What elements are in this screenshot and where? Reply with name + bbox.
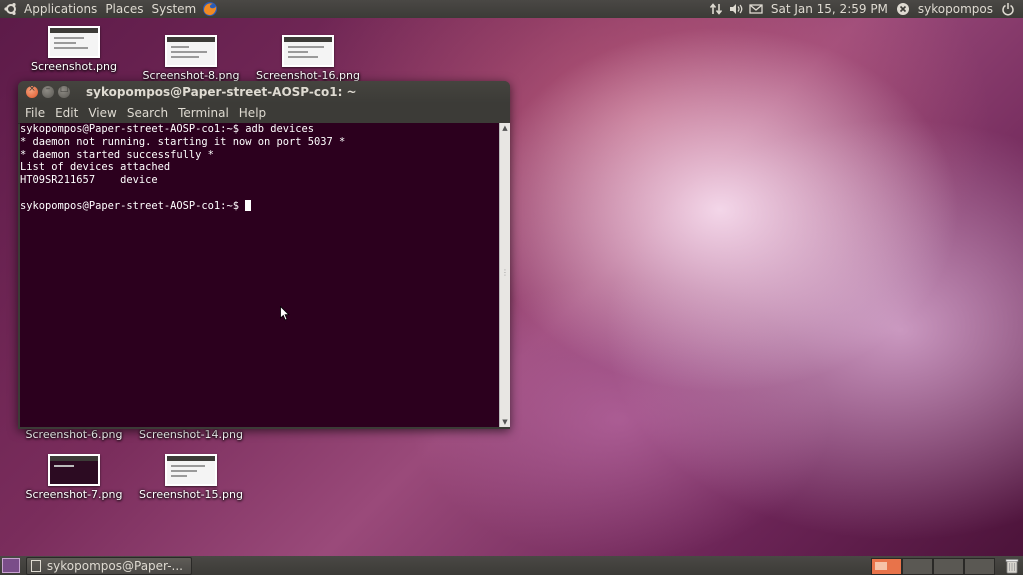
terminal-line: * daemon not running. starting it now on… — [20, 135, 346, 148]
menu-file[interactable]: File — [18, 106, 50, 120]
desktop-icon-label: Screenshot-15.png — [139, 488, 243, 501]
power-icon[interactable] — [1001, 2, 1015, 16]
mouse-pointer-icon — [280, 306, 290, 321]
taskbar-terminal-button[interactable]: sykopompos@Paper-... — [26, 556, 192, 575]
bottom-panel: sykopompos@Paper-... — [0, 556, 1023, 575]
system-menu[interactable]: System — [147, 2, 200, 16]
terminal-prompt-line[interactable]: sykopompos@Paper-street-AOSP-co1:~$ — [20, 199, 500, 213]
terminal-line: * daemon started successfully * — [20, 148, 214, 161]
terminal-line: HT09SR211657 device — [20, 174, 158, 187]
terminal-window[interactable]: × – □ sykopompos@Paper-street-AOSP-co1: … — [18, 81, 510, 429]
desktop-icon-screenshot-8[interactable]: Screenshot-8.png — [136, 35, 246, 82]
menu-search[interactable]: Search — [122, 106, 173, 120]
mail-envelope-icon[interactable] — [749, 2, 763, 16]
workspace-3[interactable] — [933, 558, 964, 575]
menu-view[interactable]: View — [83, 106, 121, 120]
menu-terminal[interactable]: Terminal — [173, 106, 234, 120]
window-icon — [31, 559, 41, 572]
desktop-icon-label: Screenshot-6.png — [25, 428, 123, 441]
desktop-icon-label: Screenshot-14.png — [139, 428, 243, 441]
workspace-1[interactable] — [871, 558, 902, 575]
volume-icon[interactable] — [729, 2, 743, 16]
window-titlebar[interactable]: × – □ sykopompos@Paper-street-AOSP-co1: … — [18, 81, 510, 103]
terminal-output[interactable]: sykopompos@Paper-street-AOSP-co1:~$ adb … — [20, 123, 500, 427]
user-menu[interactable]: sykopompos — [913, 2, 998, 16]
applications-menu[interactable]: Applications — [20, 2, 101, 16]
places-menu[interactable]: Places — [101, 2, 147, 16]
menu-edit[interactable]: Edit — [50, 106, 83, 120]
desktop-icon-label: Screenshot.png — [31, 60, 117, 73]
desktop-icon-screenshot-15[interactable]: Screenshot-15.png — [136, 454, 246, 501]
trash-icon[interactable] — [1005, 558, 1019, 574]
scroll-grip-icon[interactable]: ⋮ — [501, 268, 509, 278]
network-arrows-icon[interactable] — [709, 2, 723, 16]
firefox-icon[interactable] — [202, 1, 218, 17]
desktop-icon-label: Screenshot-7.png — [25, 488, 123, 501]
panel-indicators: Sat Jan 15, 2:59 PM sykopompos — [706, 2, 1023, 16]
menu-help[interactable]: Help — [234, 106, 271, 120]
clock-datetime[interactable]: Sat Jan 15, 2:59 PM — [766, 2, 893, 16]
workspace-4[interactable] — [964, 558, 995, 575]
workspace-switcher[interactable] — [871, 558, 995, 575]
image-thumbnail-icon — [48, 26, 100, 58]
window-title: sykopompos@Paper-street-AOSP-co1: ~ — [86, 85, 357, 99]
workspace-2[interactable] — [902, 558, 933, 575]
desktop-icon-screenshot-16[interactable]: Screenshot-16.png — [253, 35, 363, 82]
image-thumbnail-icon — [282, 35, 334, 67]
taskbar-button-label: sykopompos@Paper-... — [46, 558, 183, 573]
desktop-icon-screenshot-7[interactable]: Screenshot-7.png — [19, 454, 129, 501]
terminal-menubar: File Edit View Search Terminal Help — [18, 103, 510, 124]
maximize-icon: □ — [59, 84, 69, 94]
ubuntu-logo-icon[interactable] — [4, 2, 18, 16]
close-icon: × — [28, 84, 36, 94]
image-thumbnail-icon — [165, 454, 217, 486]
text-cursor — [245, 199, 252, 211]
minimize-icon: – — [45, 84, 51, 94]
scroll-up-arrow-icon[interactable]: ▲ — [500, 123, 510, 133]
image-thumbnail-icon — [48, 454, 100, 486]
terminal-line: sykopompos@Paper-street-AOSP-co1:~$ adb … — [20, 123, 315, 135]
image-thumbnail-icon — [165, 35, 217, 67]
terminal-prompt: sykopompos@Paper-street-AOSP-co1:~$ — [20, 199, 246, 212]
terminal-line: List of devices attached — [20, 161, 171, 174]
terminal-scrollbar[interactable]: ▲ ⋮ ▼ — [499, 123, 510, 427]
minimize-window-button[interactable]: – — [42, 84, 54, 98]
desktop-icon-screenshot[interactable]: Screenshot.png — [19, 26, 129, 73]
user-status-icon[interactable] — [896, 2, 910, 16]
top-panel: Applications Places System Sat Jan 15, 2… — [0, 0, 1023, 18]
close-window-button[interactable]: × — [26, 84, 38, 98]
maximize-window-button[interactable]: □ — [58, 84, 70, 98]
show-desktop-icon[interactable] — [2, 558, 20, 573]
scroll-down-arrow-icon[interactable]: ▼ — [500, 417, 510, 427]
